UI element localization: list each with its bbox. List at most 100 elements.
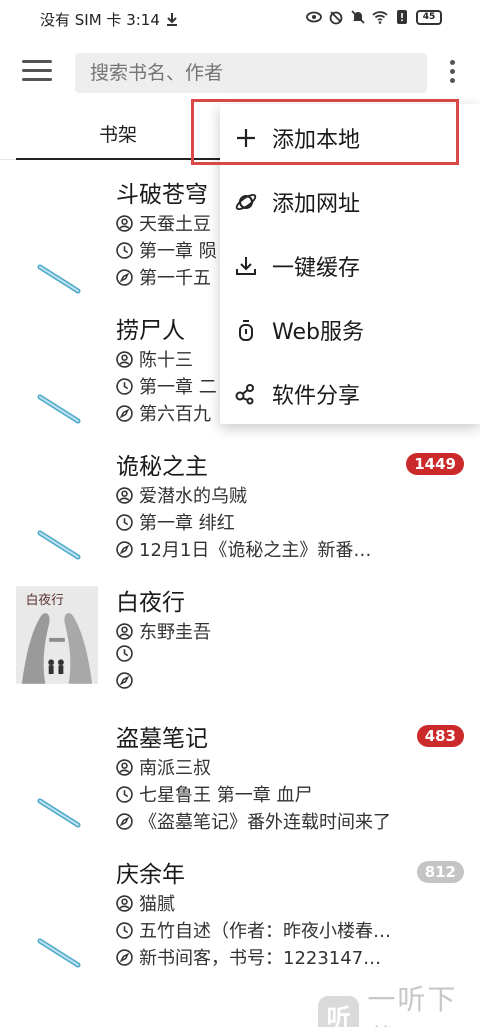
book-author-row: 陈十三 [116, 346, 193, 372]
clock-icon [116, 645, 133, 662]
book-chapter-row: 第一章 陨 [116, 237, 217, 263]
planet-icon [235, 193, 257, 211]
default-book-cover-icon [37, 530, 81, 560]
author-icon [116, 758, 133, 776]
book-latest-row: 新书间客，书号：1223147… [116, 944, 381, 970]
overflow-menu: 添加本地 添加网址 一键缓存 Web服务 软件分享 [220, 104, 480, 424]
mute-icon [351, 10, 365, 24]
compass-icon [116, 404, 133, 422]
book-title: 斗破苍穹 [116, 182, 208, 208]
cover-title: 白夜行 [26, 592, 64, 607]
book-author-row: 东野圭吾 [116, 618, 211, 644]
book-latest-chapter: 第一千五 [139, 268, 211, 289]
watermark-logo: 听 [318, 996, 360, 1027]
book-author-row: 天蚕土豆 [116, 210, 211, 236]
book-title: 诡秘之主 [116, 454, 208, 480]
book-latest-chapter: 第六百九 [139, 404, 211, 425]
default-book-cover-icon [37, 264, 81, 294]
author-icon [116, 486, 133, 504]
plus-icon [237, 129, 255, 147]
compass-icon [116, 540, 133, 558]
book-chapter-row: 七星鲁王 第一章 血尸 [116, 781, 312, 807]
wifi-icon [372, 11, 388, 24]
book-latest-row [116, 672, 139, 689]
book-title: 白夜行 [116, 590, 185, 616]
book-current-chapter: 第一章 二 [139, 377, 217, 398]
book-current-chapter: 第一章 绯红 [139, 513, 235, 534]
eye-icon [306, 11, 322, 23]
book-item[interactable]: 庆余年 812 猫腻 五竹自述（作者：昨夜小楼春… 新书间客，书号：122314… [0, 845, 480, 981]
book-title: 捞尸人 [116, 318, 185, 344]
compass-icon [116, 948, 133, 966]
share-icon [235, 384, 254, 405]
author-icon [116, 894, 133, 912]
default-book-cover-icon [37, 798, 81, 828]
toolbar [0, 48, 480, 100]
clock-icon [116, 513, 133, 531]
default-book-cover-icon [37, 938, 81, 968]
tab-underline [16, 158, 220, 160]
book-author: 南派三叔 [139, 758, 211, 779]
author-icon [116, 350, 133, 368]
book-author-row: 爱潜水的乌贼 [116, 482, 247, 508]
menu-item-label: 添加本地 [272, 128, 361, 153]
menu-item-add-local[interactable]: 添加本地 [220, 106, 480, 170]
book-latest-chapter: 《盗墓笔记》番外连载时间来了 [139, 812, 391, 833]
clock-icon [116, 241, 133, 259]
book-author: 陈十三 [139, 350, 193, 371]
unread-count-badge: 483 [416, 725, 464, 747]
search-input[interactable] [75, 53, 427, 93]
menu-item-label: 软件分享 [272, 384, 361, 409]
web-service-icon [239, 320, 253, 341]
hamburger-menu-icon[interactable] [22, 60, 52, 86]
book-author: 天蚕土豆 [139, 214, 211, 235]
book-latest-row: 第六百九 [116, 400, 211, 426]
book-latest-chapter: 12月1日《诡秘之主》新番… [139, 540, 372, 561]
book-latest-row: 第一千五 [116, 264, 211, 290]
clock-icon [116, 921, 133, 939]
book-current-chapter: 第一章 陨 [139, 241, 217, 262]
book-author: 猫腻 [139, 894, 175, 915]
book-item[interactable]: 诡秘之主 1449 爱潜水的乌贼 第一章 绯红 12月1日《诡秘之主》新番… [0, 437, 480, 573]
compass-icon [116, 268, 133, 286]
more-options-icon[interactable] [446, 60, 458, 88]
tab-bookshelf[interactable]: 书架 [16, 110, 220, 160]
book-item[interactable]: 白夜行 白夜行 东野圭吾 [0, 573, 480, 709]
book-current-chapter: 七星鲁王 第一章 血尸 [139, 785, 313, 806]
unread-count-badge: 1449 [406, 453, 464, 475]
battery-indicator: 45 [416, 9, 442, 25]
status-text: 没有 SIM 卡 3:14 [40, 10, 160, 29]
menu-item-label: 添加网址 [272, 192, 361, 217]
status-bar: 没有 SIM 卡 3:14 45 [0, 0, 480, 38]
book-author: 爱潜水的乌贼 [139, 486, 247, 507]
menu-item-add-url[interactable]: 添加网址 [220, 170, 480, 234]
menu-item-cache-all[interactable]: 一键缓存 [220, 234, 480, 298]
menu-item-label: 一键缓存 [272, 256, 361, 281]
book-title: 庆余年 [116, 862, 185, 888]
compass-icon [116, 672, 133, 689]
book-author-row: 南派三叔 [116, 754, 211, 780]
book-current-chapter: 五竹自述（作者：昨夜小楼春… [139, 921, 391, 942]
book-author-row: 猫腻 [116, 890, 175, 916]
book-chapter-row: 五竹自述（作者：昨夜小楼春… [116, 917, 391, 943]
watermark: 听 一听下载 [318, 978, 480, 1027]
book-latest-row: 12月1日《诡秘之主》新番… [116, 536, 371, 562]
author-icon [116, 214, 133, 232]
book-chapter-row [116, 645, 139, 662]
watermark-text: 一听下载 [367, 983, 458, 1027]
menu-item-share-app[interactable]: 软件分享 [220, 362, 480, 426]
download-icon [236, 257, 256, 275]
clock-icon [116, 377, 133, 395]
compass-icon [116, 812, 133, 830]
book-title: 盗墓笔记 [116, 726, 208, 752]
book-cover-image: 白夜行 [16, 586, 98, 684]
book-chapter-row: 第一章 二 [116, 373, 217, 399]
menu-item-web-service[interactable]: Web服务 [220, 298, 480, 362]
unread-count-badge: 812 [416, 861, 464, 883]
menu-item-label: Web服务 [272, 320, 364, 345]
book-item[interactable]: 盗墓笔记 483 南派三叔 七星鲁王 第一章 血尸 《盗墓笔记》番外连载时间来了 [0, 709, 480, 845]
book-author: 东野圭吾 [139, 622, 211, 643]
download-status-icon [166, 13, 177, 26]
alarm-off-icon [329, 11, 343, 25]
book-latest-chapter: 新书间客，书号：1223147… [139, 948, 382, 969]
